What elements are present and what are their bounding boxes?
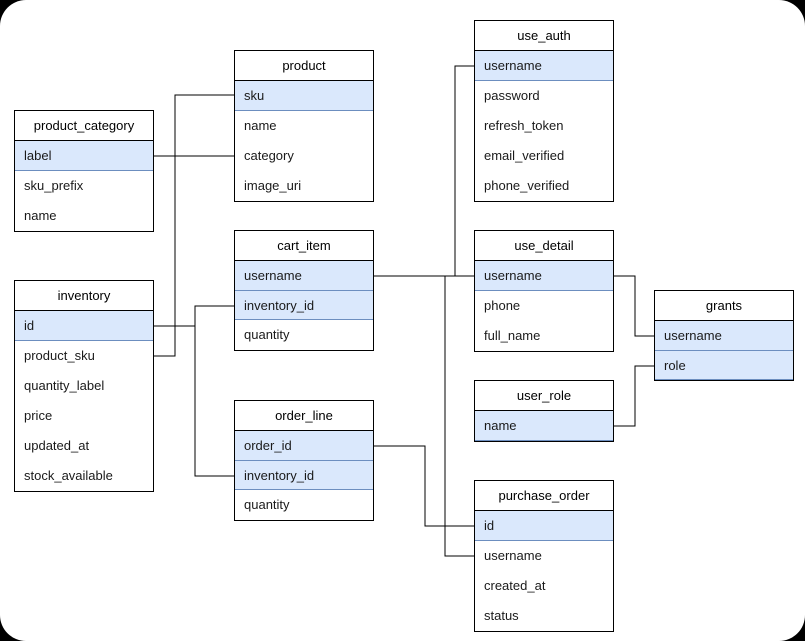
field-product-image_uri[interactable]: image_uri: [235, 171, 373, 201]
field-inventory-updated_at[interactable]: updated_at: [15, 431, 153, 461]
edge-inventory-id-to-cart-item: [154, 305, 234, 327]
entity-title-product_category: product_category: [15, 111, 153, 141]
entity-user_role[interactable]: user_role name: [474, 380, 614, 442]
entity-grants[interactable]: grants username role: [654, 290, 794, 381]
key-field-order_line-inventory_id[interactable]: inventory_id: [235, 460, 373, 490]
field-product-name[interactable]: name: [235, 111, 373, 141]
entity-product_category[interactable]: product_category label sku_prefix name: [14, 110, 154, 232]
key-field-product-sku[interactable]: sku: [235, 81, 373, 111]
er-diagram-canvas: use_auth username password refresh_token ema…: [0, 0, 805, 641]
edge-product-category-to-product: [154, 94, 234, 157]
key-field-use_detail-username[interactable]: username: [475, 261, 613, 291]
entity-title-order_line: order_line: [235, 401, 373, 431]
entity-title-grants: grants: [655, 291, 793, 321]
edge-inventory-id-to-order-line: [194, 326, 234, 477]
field-inventory-price[interactable]: price: [15, 401, 153, 431]
entity-title-user_role: user_role: [475, 381, 613, 411]
entity-use_auth[interactable]: use_auth username password refresh_token ema…: [474, 20, 614, 202]
key-field-cart_item-inventory_id[interactable]: inventory_id: [235, 290, 373, 320]
key-field-purchase_order-id[interactable]: id: [475, 511, 613, 541]
field-product_category-sku_prefix[interactable]: sku_prefix: [15, 171, 153, 201]
field-cart_item-quantity[interactable]: quantity: [235, 320, 373, 350]
field-order_line-quantity[interactable]: quantity: [235, 490, 373, 520]
edge-user-role-to-grants-role: [614, 365, 654, 427]
entity-title-purchase_order: purchase_order: [475, 481, 613, 511]
key-field-grants-username[interactable]: username: [655, 321, 793, 351]
field-purchase_order-status[interactable]: status: [475, 601, 613, 631]
field-use_auth-phone_verified[interactable]: phone_verified: [475, 171, 613, 201]
entity-title-inventory: inventory: [15, 281, 153, 311]
entity-inventory[interactable]: inventory id product_sku quantity_label pric…: [14, 280, 154, 492]
key-field-product_category-label[interactable]: label: [15, 141, 153, 171]
entity-use_detail[interactable]: use_detail username phone full_name: [474, 230, 614, 352]
entity-cart_item[interactable]: cart_item username inventory_id quantity: [234, 230, 374, 351]
edge-use-auth-to-use-detail: [454, 65, 474, 277]
field-use_detail-full_name[interactable]: full_name: [475, 321, 613, 351]
key-field-inventory-id[interactable]: id: [15, 311, 153, 341]
entity-product[interactable]: product sku name category image_uri: [234, 50, 374, 202]
entity-purchase_order[interactable]: purchase_order id username created_at status: [474, 480, 614, 632]
entity-title-use_auth: use_auth: [475, 21, 613, 51]
entity-order_line[interactable]: order_line order_id inventory_id quantity: [234, 400, 374, 521]
key-field-cart_item-username[interactable]: username: [235, 261, 373, 291]
field-use_auth-refresh_token[interactable]: refresh_token: [475, 111, 613, 141]
field-use_detail-phone[interactable]: phone: [475, 291, 613, 321]
edge-inventory-sku-to-product-sku: [154, 95, 176, 357]
key-field-order_line-order_id[interactable]: order_id: [235, 431, 373, 461]
field-inventory-quantity_label[interactable]: quantity_label: [15, 371, 153, 401]
key-field-user_role-name[interactable]: name: [475, 411, 613, 441]
field-purchase_order-username[interactable]: username: [475, 541, 613, 571]
field-use_auth-password[interactable]: password: [475, 81, 613, 111]
key-field-grants-role[interactable]: role: [655, 350, 793, 380]
field-use_auth-email_verified[interactable]: email_verified: [475, 141, 613, 171]
edge-cart-item-to-purchase-order-username: [444, 276, 474, 557]
entity-title-product: product: [235, 51, 373, 81]
field-product-category[interactable]: category: [235, 141, 373, 171]
entity-title-use_detail: use_detail: [475, 231, 613, 261]
field-purchase_order-created_at[interactable]: created_at: [475, 571, 613, 601]
edge-order-line-to-purchase-order-id: [374, 445, 474, 527]
field-inventory-product_sku[interactable]: product_sku: [15, 341, 153, 371]
field-product_category-name[interactable]: name: [15, 201, 153, 231]
edge-use-detail-to-grants-username: [614, 275, 654, 337]
field-inventory-stock_available[interactable]: stock_available: [15, 461, 153, 491]
entity-title-cart_item: cart_item: [235, 231, 373, 261]
key-field-use_auth-username[interactable]: username: [475, 51, 613, 81]
